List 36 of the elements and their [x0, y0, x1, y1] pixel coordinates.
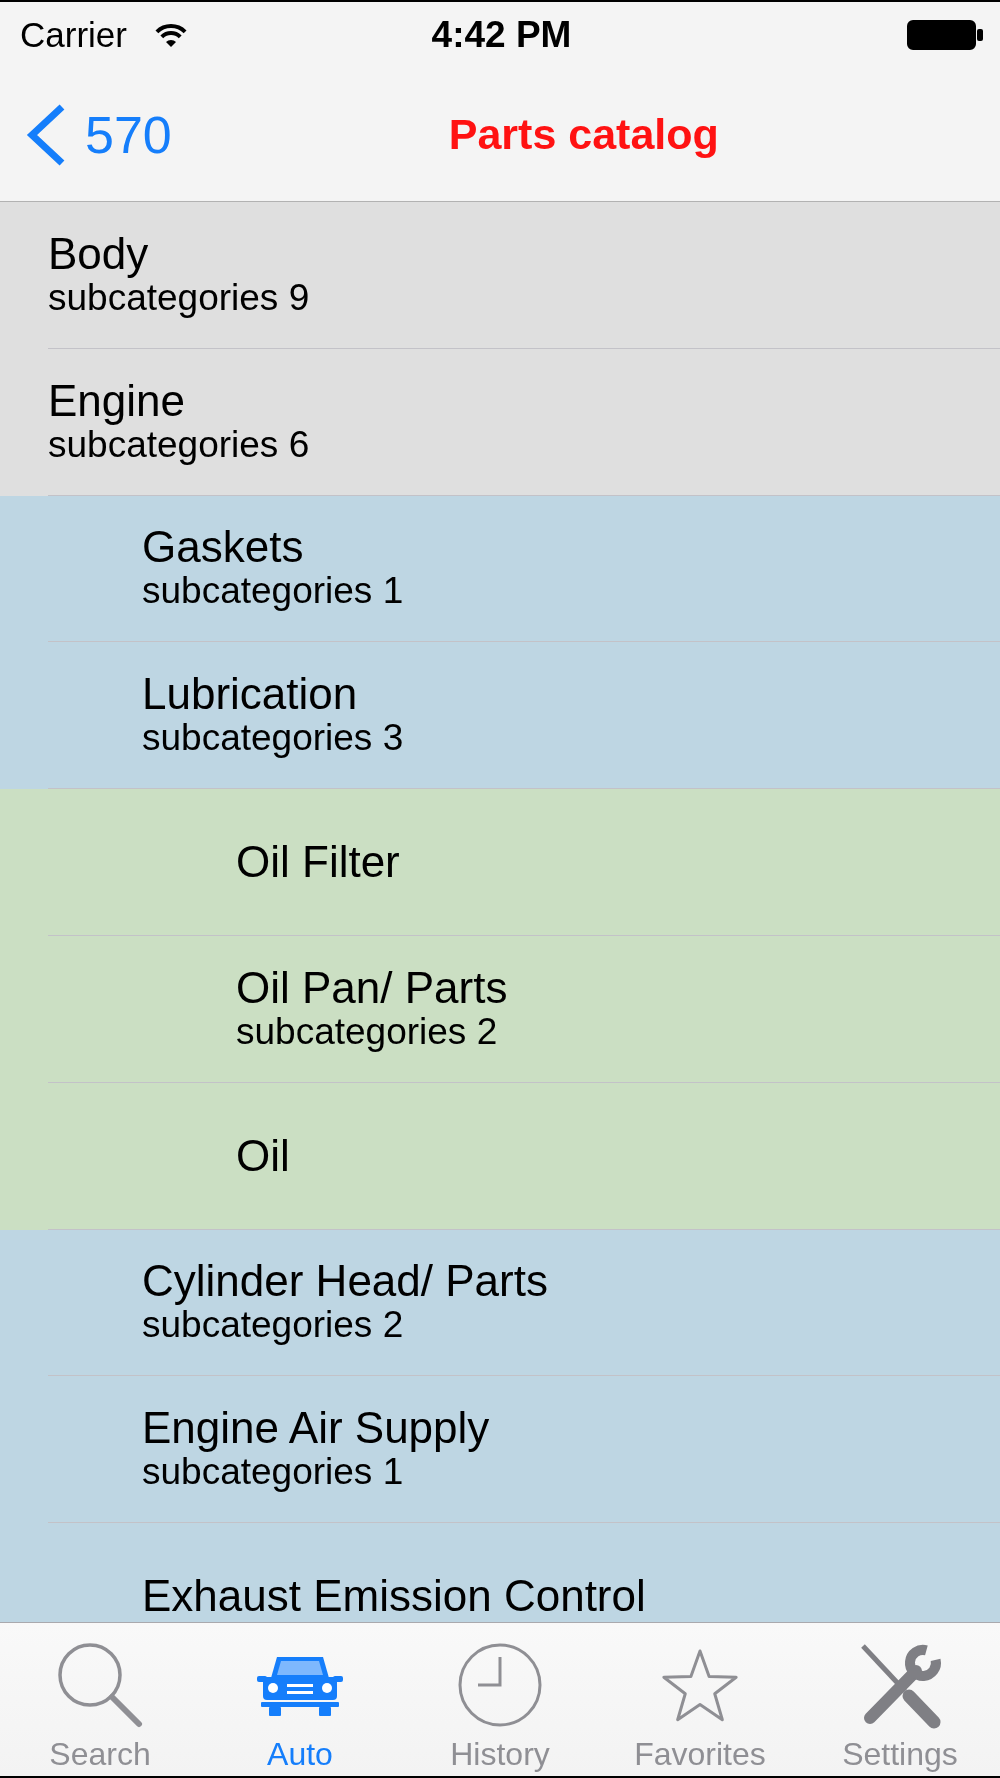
category-row[interactable]: Body subcategories 9: [0, 202, 1000, 349]
category-row[interactable]: Oil Pan/ Parts subcategories 2: [0, 936, 1000, 1083]
clock-icon: [458, 1643, 542, 1727]
carrier-name: Carrier: [20, 15, 127, 55]
subcategory-count: subcategories 1: [142, 1451, 404, 1494]
category-title: Cylinder Head/ Parts: [142, 1258, 548, 1305]
category-row[interactable]: Gaskets subcategories 1: [0, 495, 1000, 643]
category-title: Exhaust Emission Control: [142, 1573, 646, 1620]
category-row[interactable]: Engine Air Supply subcategories 1: [0, 1376, 1000, 1524]
category-title: Lubrication: [142, 671, 358, 718]
back-button[interactable]: 570: [25, 103, 172, 166]
chevron-icon: [25, 103, 66, 166]
battery-icon: [907, 20, 983, 50]
category-title: Oil Pan/ Parts: [236, 964, 508, 1011]
subcategory-count: subcategories 2: [142, 1304, 404, 1347]
category-row[interactable]: Lubrication subcategories 3: [0, 642, 1000, 790]
car-icon: [257, 1654, 343, 1716]
tab-bar-item[interactable]: Auto: [200, 1623, 400, 1776]
category-title: Oil: [236, 1132, 290, 1179]
category-title: Gaskets: [142, 524, 304, 571]
category-row[interactable]: Oil Filter: [0, 789, 1000, 936]
category-row[interactable]: Exhaust Emission Control: [0, 1523, 1000, 1622]
category-row[interactable]: Cylinder Head/ Parts subcategories 2: [0, 1229, 1000, 1377]
category-row[interactable]: Oil: [0, 1082, 1000, 1230]
subcategory-count: subcategories 2: [236, 1010, 498, 1053]
category-title: Body: [48, 230, 149, 277]
star-icon: [660, 1647, 740, 1723]
subcategory-count: subcategories 1: [142, 570, 404, 613]
category-title: Engine: [48, 377, 185, 424]
category-title: Engine Air Supply: [142, 1405, 490, 1452]
status-time: 4:42 PM: [431, 14, 572, 56]
category-title: Oil Filter: [236, 839, 400, 886]
subcategory-count: subcategories 3: [142, 717, 404, 760]
category-row[interactable]: Engine subcategories 6: [0, 348, 1000, 496]
search-icon: [57, 1642, 143, 1728]
nav-title: Parts catalog: [448, 110, 719, 159]
